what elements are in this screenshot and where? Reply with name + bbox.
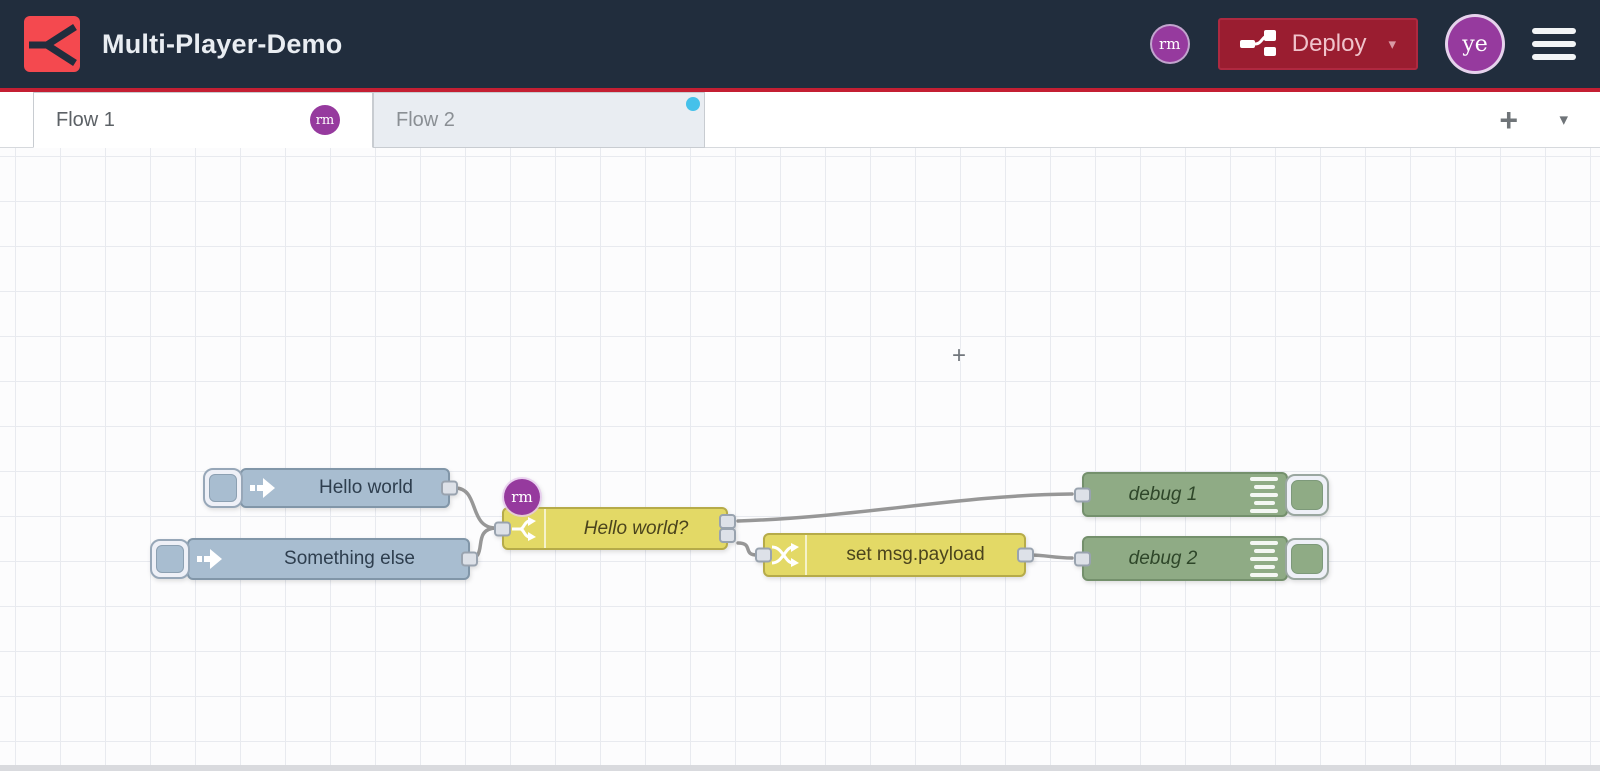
tab-user-badge: rm	[310, 105, 340, 135]
deploy-button[interactable]: Deploy ▾	[1217, 18, 1418, 70]
debug-toggle-button[interactable]	[1285, 537, 1329, 580]
input-port[interactable]	[755, 547, 772, 563]
node-label: set msg.payload	[846, 544, 985, 565]
inject-trigger-button[interactable]	[150, 539, 190, 579]
output-port-2[interactable]	[719, 528, 736, 543]
main-menu-icon[interactable]	[1532, 28, 1576, 60]
collaborator-avatar[interactable]: rm	[1151, 26, 1188, 62]
deploy-icon	[1239, 30, 1276, 58]
node-inject-hello-world[interactable]: Hello world	[203, 468, 458, 508]
wire-change-debug2[interactable]	[1028, 553, 1074, 560]
tab-flow-2[interactable]: Flow 2	[373, 92, 705, 148]
node-switch-hello-world[interactable]: rm Hello world?	[494, 479, 736, 550]
flow-list-caret-icon[interactable]: ▾	[1559, 110, 1568, 130]
node-debug-2[interactable]: debug 2	[1074, 536, 1334, 581]
wires-layer	[453, 486, 1074, 561]
canvas-bottom-edge	[0, 765, 1600, 771]
input-port[interactable]	[1074, 487, 1091, 502]
output-port-1[interactable]	[719, 514, 736, 529]
header: Multi-Player-Demo rm Deploy ▾ ye	[0, 0, 1600, 88]
node-label: Hello world	[319, 477, 413, 498]
wire-switch-debug1[interactable]	[736, 492, 1074, 523]
flow-canvas[interactable]: Hello world Something else rm Hello worl…	[0, 148, 1600, 765]
tab-label: Flow 1	[56, 108, 115, 131]
input-port[interactable]	[494, 521, 511, 536]
node-label: Hello world?	[583, 517, 689, 539]
wire-inject1-switch[interactable]	[453, 486, 498, 530]
flowfuse-logo-icon[interactable]	[24, 16, 80, 72]
deploy-label: Deploy	[1291, 30, 1367, 57]
node-debug-1[interactable]: debug 1	[1074, 472, 1334, 517]
node-label: debug 1	[1128, 483, 1198, 505]
editing-user-badge: rm	[504, 479, 540, 515]
output-port[interactable]	[1017, 547, 1034, 563]
add-flow-button[interactable]: +	[1499, 104, 1518, 136]
inject-arrow-icon	[189, 548, 231, 570]
inject-trigger-button[interactable]	[203, 468, 243, 508]
modified-indicator-dot	[686, 97, 700, 111]
tab-label: Flow 2	[396, 108, 455, 131]
debug-output-icon	[1242, 540, 1286, 577]
tab-flow-1[interactable]: Flow 1 rm	[33, 92, 373, 148]
page-title: Multi-Player-Demo	[102, 28, 343, 59]
debug-output-icon	[1242, 476, 1286, 513]
output-port[interactable]	[441, 480, 458, 496]
input-port[interactable]	[1074, 551, 1091, 566]
inject-arrow-icon	[242, 477, 284, 499]
node-label: debug 2	[1128, 547, 1198, 569]
node-inject-something-else[interactable]: Something else	[150, 538, 478, 580]
crosshair-cursor: +	[952, 342, 967, 369]
deploy-caret-icon[interactable]: ▾	[1388, 35, 1396, 53]
flow-tab-bar: Flow 1 rm Flow 2 + ▾	[0, 92, 1600, 148]
debug-toggle-button[interactable]	[1285, 473, 1329, 516]
node-label: Something else	[284, 548, 415, 569]
output-port[interactable]	[461, 551, 478, 567]
user-avatar[interactable]: ye	[1448, 17, 1502, 71]
node-change-set-msg-payload[interactable]: set msg.payload	[755, 533, 1034, 577]
